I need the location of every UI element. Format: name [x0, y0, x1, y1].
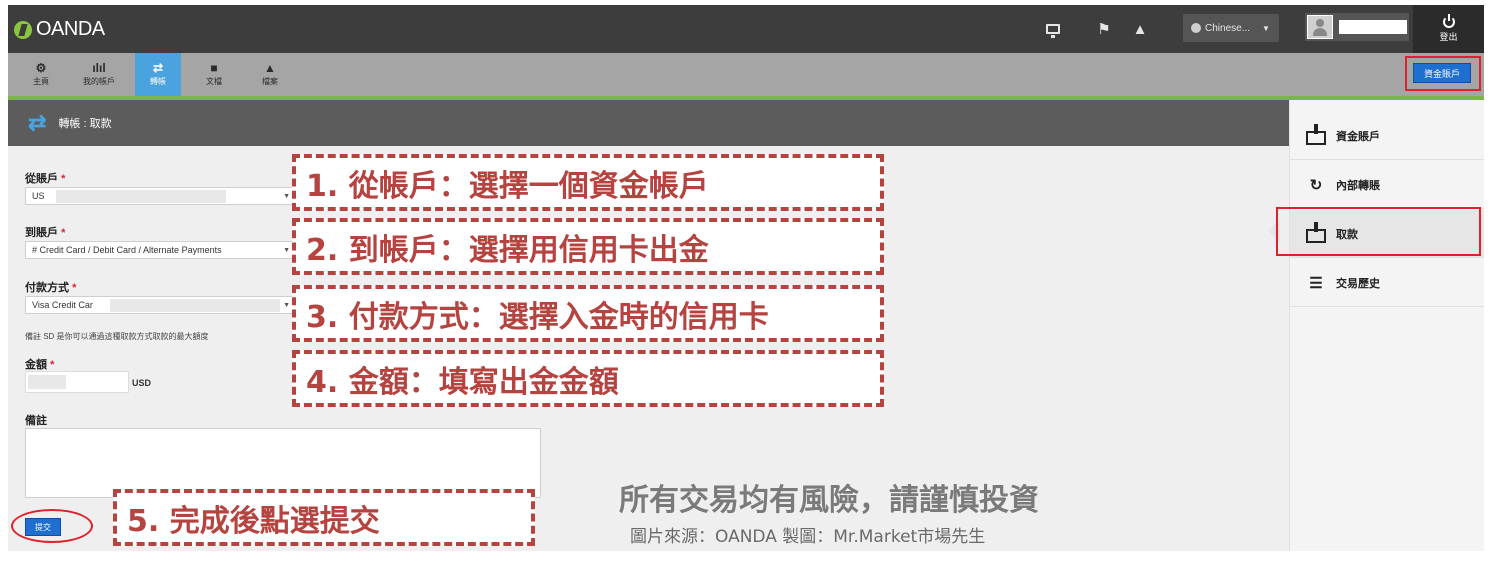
sidebar-item-label: 內部轉賬: [1336, 179, 1380, 192]
redacted-mask: [56, 190, 226, 203]
oanda-logo-icon: [14, 20, 32, 39]
user-menu[interactable]: [1305, 13, 1409, 41]
sidebar-item-fund-account[interactable]: 資金賬戶: [1290, 112, 1484, 160]
chevron-down-icon: ▼: [283, 301, 290, 309]
chevron-down-icon: ▼: [283, 246, 290, 254]
amount-label: 金額 *: [25, 359, 55, 371]
fund-account-button[interactable]: 資金賬戶: [1413, 63, 1471, 83]
sidebar-item-label: 資金賬戶: [1336, 130, 1380, 143]
remark-label: 備註: [25, 415, 47, 427]
avatar: [1307, 15, 1333, 39]
document-icon: ■: [210, 61, 218, 75]
nav-label: 我的帳戶: [83, 77, 115, 86]
risk-disclaimer: 所有交易均有風險，請謹慎投資: [619, 483, 1039, 518]
page-title-bar: ⇄ 轉帳 : 取款: [8, 100, 1289, 146]
sidebar-item-label: 交易歷史: [1336, 277, 1380, 290]
limit-note: 備註 SD 是你可以通過這種取款方式取款的最大額度: [25, 332, 209, 341]
language-label: Chinese...: [1205, 22, 1251, 34]
remark-textarea[interactable]: [25, 428, 541, 498]
withdraw-highlight: [1276, 207, 1481, 256]
app-frame: OANDA ⚑ ▲ Chinese... ▼ 登出 ⚙ 主頁 ılıl 我的帳戶: [8, 5, 1484, 551]
chevron-down-icon: ▼: [1262, 23, 1270, 33]
warning-icon[interactable]: ▲: [1130, 19, 1150, 39]
user-name-redacted: [1339, 20, 1407, 34]
nav-label: 文檔: [206, 77, 222, 86]
refresh-icon: ↻: [1309, 176, 1323, 194]
language-select[interactable]: Chinese... ▼: [1183, 14, 1279, 42]
power-icon: [1442, 13, 1455, 28]
currency-label: USD: [132, 378, 152, 388]
oanda-logo[interactable]: OANDA: [14, 18, 105, 41]
nav-item-transfer[interactable]: ⇄ 轉帳: [135, 53, 181, 96]
sidebar-item-history[interactable]: ☰ 交易歷史: [1290, 259, 1484, 307]
image-source: 圖片來源：OANDA 製圖：Mr.Market市場先生: [630, 527, 986, 547]
callout-step-3: 3. 付款方式：選擇入金時的信用卡: [292, 285, 884, 342]
callout-step-5: 5. 完成後點選提交: [113, 489, 535, 546]
sidebar-item-internal-transfer[interactable]: ↻ 內部轉賬: [1290, 161, 1484, 209]
nav-item-my-account[interactable]: ılıl 我的帳戶: [76, 53, 122, 96]
brand-name: OANDA: [36, 18, 105, 40]
main-nav: ⚙ 主頁 ılıl 我的帳戶 ⇄ 轉帳 ■ 文檔 ▲ 檔案 資金賬戶: [8, 53, 1484, 96]
chevron-down-icon: ▼: [283, 192, 290, 200]
logout-button[interactable]: 登出: [1413, 5, 1484, 53]
redacted-mask: [110, 299, 280, 312]
payment-method-value: Visa Credit Car: [32, 300, 93, 310]
from-account-value: US: [32, 191, 45, 201]
nav-label: 轉帳: [150, 77, 166, 86]
nav-item-profile[interactable]: ▲ 檔案: [247, 53, 293, 96]
to-account-select[interactable]: # Credit Card / Debit Card / Alternate P…: [25, 241, 295, 259]
callout-step-2: 2. 到帳戶：選擇用信用卡出金: [292, 218, 884, 275]
flag-icon[interactable]: ⚑: [1094, 19, 1114, 39]
page-title: 轉帳 : 取款: [58, 118, 112, 130]
dashboard-icon: ⚙: [35, 61, 47, 75]
logout-label: 登出: [1439, 31, 1458, 42]
transfer-icon: ⇄: [28, 110, 47, 135]
amount-input[interactable]: [25, 371, 129, 393]
nav-label: 主頁: [33, 77, 49, 86]
nav-item-documents[interactable]: ■ 文檔: [191, 53, 237, 96]
receipt-icon: ☰: [1309, 274, 1323, 292]
transfer-icon: ⇄: [152, 61, 164, 75]
top-bar: OANDA ⚑ ▲ Chinese... ▼ 登出: [8, 5, 1484, 53]
user-icon: ▲: [264, 61, 276, 75]
globe-icon: [1191, 23, 1201, 33]
to-account-value: # Credit Card / Debit Card / Alternate P…: [32, 245, 222, 255]
from-account-label: 從賬戶 *: [25, 173, 66, 185]
callout-step-4: 4. 金額：填寫出金金額: [292, 350, 884, 407]
deposit-icon: [1306, 123, 1326, 145]
payment-method-label: 付款方式 *: [25, 282, 77, 294]
from-account-select[interactable]: US ▼: [25, 187, 295, 205]
right-sidebar: 資金賬戶 ↻ 內部轉賬 取款 ☰ 交易歷史: [1289, 100, 1484, 551]
nav-item-home[interactable]: ⚙ 主頁: [18, 53, 64, 96]
submit-button[interactable]: 提交: [25, 518, 61, 536]
payment-method-select[interactable]: Visa Credit Car ▼: [25, 296, 295, 314]
to-account-label: 到賬戶 *: [25, 227, 66, 239]
nav-label: 檔案: [262, 77, 278, 86]
callout-step-1: 1. 從帳戶：選擇一個資金帳戶: [292, 154, 884, 211]
bar-chart-icon: ılıl: [92, 61, 106, 75]
redacted-mask: [28, 375, 66, 389]
monitor-icon[interactable]: [1043, 19, 1063, 39]
